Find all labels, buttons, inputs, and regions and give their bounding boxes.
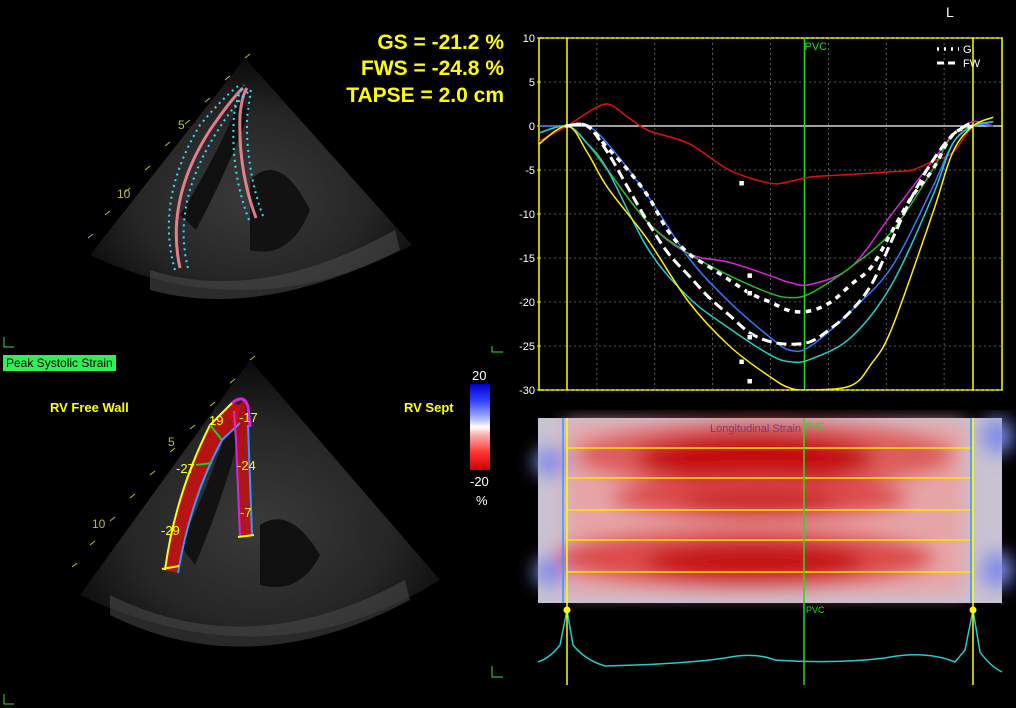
segment-value-sept-apical: -17 (239, 410, 258, 425)
legend-fw-label: FW (963, 58, 981, 70)
color-scale-max: 20 (472, 368, 487, 383)
series-fw-curve (566, 120, 974, 346)
y-tick-label: 5 (529, 77, 535, 89)
legend-g-label: G (963, 44, 972, 56)
peak-marker (738, 359, 745, 365)
heatmap-title: Longitudinal Strain (710, 423, 802, 435)
peak-marker (746, 378, 753, 384)
peak-marker (746, 290, 753, 296)
color-scale-bar (470, 384, 490, 470)
y-tick-label: -15 (519, 253, 535, 265)
y-tick-label: -5 (525, 165, 535, 177)
series-g-curve (565, 122, 976, 314)
segment-value-sept-mid: -24 (237, 458, 256, 473)
segment-value-fw-basal: -29 (161, 523, 180, 538)
heatmap-pvc-label-top: PVC (806, 421, 825, 431)
peak-marker (746, 334, 753, 340)
strain-curve-chart: 10 5 0 -5 -10 -15 -20 -25 -30 PVC G FW (519, 33, 1003, 397)
segment-curve-cyan (539, 120, 994, 364)
ecg-trace (537, 600, 1003, 685)
peak-marker (738, 180, 745, 186)
peak-marker (746, 272, 753, 279)
color-scale-unit: % (476, 493, 488, 508)
y-tick-label: -25 (519, 341, 535, 353)
color-scale-min: -20 (470, 474, 489, 489)
y-tick-label: -20 (519, 297, 535, 309)
segment-value-fw-apical: 19 (209, 413, 224, 428)
depth-mark-5-bottom: 5 (168, 435, 175, 449)
view-corner-label: L (946, 4, 954, 20)
y-tick-label: 0 (529, 121, 535, 133)
y-tick-label: 10 (523, 33, 535, 45)
y-tick-label: -30 (519, 385, 535, 397)
echo-apical-view-bottom (71, 355, 440, 647)
pvc-label: PVC (805, 41, 828, 53)
segment-curve-yellow (539, 116, 994, 390)
segment-value-sept-basal: -7 (240, 505, 252, 520)
segment-value-fw-mid: -27 (176, 461, 195, 476)
y-tick-label: -10 (519, 209, 535, 221)
strain-heatmap (534, 418, 1013, 603)
depth-mark-10-bottom: 10 (92, 517, 106, 531)
